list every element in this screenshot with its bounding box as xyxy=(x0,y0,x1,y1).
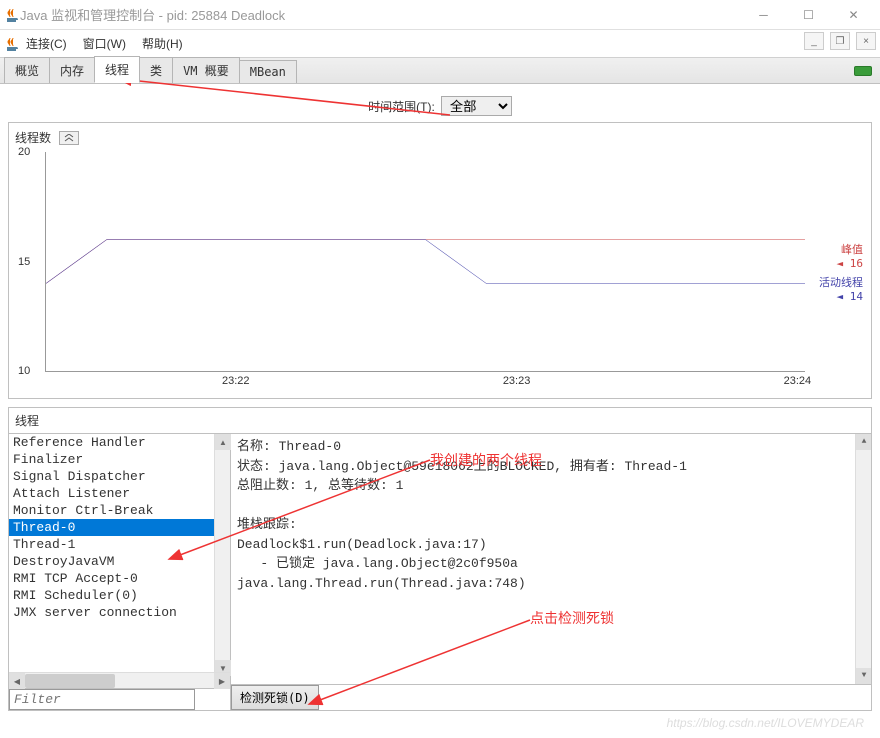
detail-state-value: java.lang.Object@59e18062上的BLOCKED, 拥有者:… xyxy=(279,459,687,474)
legend-peak: 峰值 ◄ 16 xyxy=(837,241,864,270)
mdi-minimize-button[interactable]: _ xyxy=(804,32,824,50)
tab-vm-summary[interactable]: VM 概要 xyxy=(172,57,240,83)
horizontal-scrollbar[interactable]: ◀ ▶ xyxy=(9,672,230,688)
thread-detail: 名称: Thread-0 状态: java.lang.Object@59e180… xyxy=(231,434,871,684)
list-item[interactable]: RMI Scheduler(0) xyxy=(9,587,230,604)
detect-row: 检测死锁(D) xyxy=(231,684,871,710)
x-tick: 23:24 xyxy=(784,375,812,387)
threads-body: Reference Handler Finalizer Signal Dispa… xyxy=(9,433,871,710)
chart-legend: 峰值 ◄ 16 活动线程 ◄ 14 xyxy=(805,152,865,392)
stack-line: - 已锁定 java.lang.Object@2c0f950a xyxy=(237,554,865,574)
tabbar: 概览 内存 线程 类 VM 概要 MBean xyxy=(0,58,880,84)
scroll-right-icon[interactable]: ▶ xyxy=(214,673,230,689)
chart-panel: 线程数 20 15 10 23:22 23:23 23:24 xyxy=(8,122,872,399)
tab-mbeans[interactable]: MBean xyxy=(239,60,297,83)
scroll-left-icon[interactable]: ◀ xyxy=(9,673,25,689)
threads-panel-title: 线程 xyxy=(9,408,871,433)
stack-line: Deadlock$1.run(Deadlock.java:17) xyxy=(237,535,865,555)
menubar: 连接(C) 窗口(W) 帮助(H) _ ❐ × xyxy=(0,30,880,58)
vertical-scrollbar[interactable]: ▲ ▼ xyxy=(855,434,871,684)
list-item[interactable]: Finalizer xyxy=(9,451,230,468)
detail-blocked-label: 总阻止数: xyxy=(237,478,297,493)
list-item[interactable]: RMI TCP Accept-0 xyxy=(9,570,230,587)
detail-name-label: 名称: xyxy=(237,439,271,454)
window-title: Java 监视和管理控制台 - pid: 25884 Deadlock xyxy=(20,5,741,24)
detail-name-value: Thread-0 xyxy=(279,439,341,454)
scroll-up-icon[interactable]: ▲ xyxy=(856,434,871,450)
x-tick: 23:22 xyxy=(222,375,250,387)
y-tick: 15 xyxy=(18,256,30,268)
thread-list-column: Reference Handler Finalizer Signal Dispa… xyxy=(9,434,231,710)
list-item[interactable]: Thread-1 xyxy=(9,536,230,553)
tab-memory[interactable]: 内存 xyxy=(49,57,95,83)
mdi-close-button[interactable]: × xyxy=(856,32,876,50)
y-tick: 20 xyxy=(18,146,30,158)
minimize-button[interactable]: ─ xyxy=(741,1,786,29)
thread-list[interactable]: Reference Handler Finalizer Signal Dispa… xyxy=(9,434,230,672)
time-range-label: 时间范围(T): xyxy=(368,98,435,115)
chart-lines xyxy=(46,152,805,371)
maximize-button[interactable]: ☐ xyxy=(786,1,831,29)
mdi-restore-button[interactable]: ❐ xyxy=(830,32,850,50)
java-icon xyxy=(4,7,20,23)
time-range-row: 时间范围(T): 全部 xyxy=(2,86,878,122)
connection-status-icon xyxy=(854,66,872,76)
list-item[interactable]: Monitor Ctrl-Break xyxy=(9,502,230,519)
menu-window[interactable]: 窗口(W) xyxy=(77,33,132,54)
chart-title: 线程数 xyxy=(15,129,51,146)
time-range-select[interactable]: 全部 xyxy=(441,96,512,116)
menu-help[interactable]: 帮助(H) xyxy=(136,33,189,54)
content: 时间范围(T): 全部 线程数 20 15 10 23:22 23:23 23:… xyxy=(0,84,880,713)
list-item[interactable]: Attach Listener xyxy=(9,485,230,502)
threads-panel: 线程 Reference Handler Finalizer Signal Di… xyxy=(8,407,872,711)
chart-area: 20 15 10 23:22 23:23 23:24 峰值 ◄ 16 xyxy=(15,152,865,392)
list-item[interactable]: Thread-0 xyxy=(9,519,230,536)
chart-header: 线程数 xyxy=(15,127,865,152)
chart-plot[interactable]: 20 15 10 23:22 23:23 23:24 xyxy=(45,152,805,372)
list-item[interactable]: Signal Dispatcher xyxy=(9,468,230,485)
java-icon xyxy=(4,36,20,52)
filter-row xyxy=(9,688,230,710)
legend-live: 活动线程 ◄ 14 xyxy=(819,274,863,303)
tab-overview[interactable]: 概览 xyxy=(4,57,50,83)
vertical-scrollbar[interactable]: ▲ ▼ xyxy=(214,434,230,676)
list-item[interactable]: JMX server connection xyxy=(9,604,230,621)
detect-deadlock-button[interactable]: 检测死锁(D) xyxy=(231,685,319,710)
watermark: https://blog.csdn.net/ILOVEMYDEAR xyxy=(667,716,864,730)
titlebar: Java 监视和管理控制台 - pid: 25884 Deadlock ─ ☐ … xyxy=(0,0,880,30)
tab-classes[interactable]: 类 xyxy=(139,57,173,83)
detail-state-label: 状态: xyxy=(237,459,271,474)
chevron-up-icon xyxy=(64,134,74,142)
menu-connect[interactable]: 连接(C) xyxy=(20,33,73,54)
list-item[interactable]: DestroyJavaVM xyxy=(9,553,230,570)
window-controls: ─ ☐ ✕ xyxy=(741,1,876,29)
filter-input[interactable] xyxy=(9,689,195,710)
tab-threads[interactable]: 线程 xyxy=(94,56,140,83)
close-button[interactable]: ✕ xyxy=(831,1,876,29)
scroll-up-icon[interactable]: ▲ xyxy=(215,434,231,450)
detail-blocked-value: 1, 总等待数: 1 xyxy=(305,478,404,493)
scrollbar-thumb[interactable] xyxy=(25,674,115,688)
stack-line: java.lang.Thread.run(Thread.java:748) xyxy=(237,574,865,594)
scroll-down-icon[interactable]: ▼ xyxy=(856,668,871,684)
mdi-controls: _ ❐ × xyxy=(804,32,876,50)
y-tick: 10 xyxy=(18,365,30,377)
x-tick: 23:23 xyxy=(503,375,531,387)
list-item[interactable]: Reference Handler xyxy=(9,434,230,451)
collapse-chart-button[interactable] xyxy=(59,131,79,145)
detail-stack-label: 堆栈跟踪: xyxy=(237,515,865,535)
